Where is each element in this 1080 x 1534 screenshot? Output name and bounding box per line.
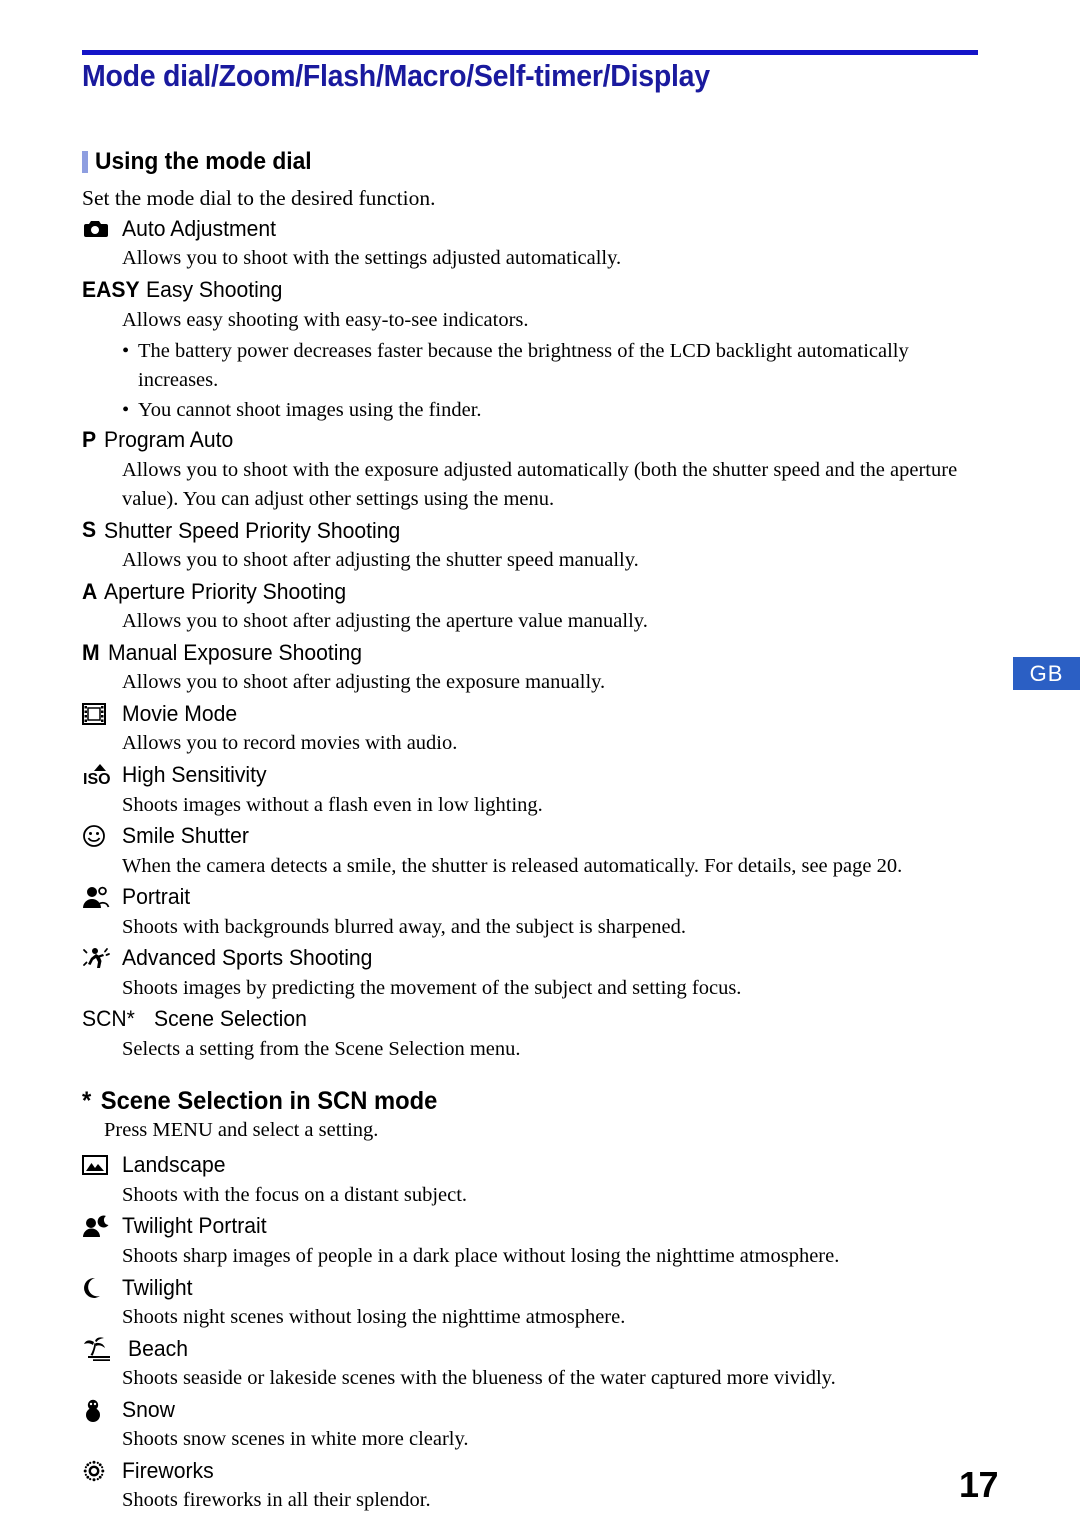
mode-row: Advanced Sports Shooting xyxy=(82,944,982,972)
mode-row: Smile Shutter xyxy=(82,822,982,850)
mode-label: Snow xyxy=(122,1396,175,1422)
mode-label: Easy Shooting xyxy=(146,276,283,302)
easy-text-icon: EASY xyxy=(82,277,146,304)
subsection-heading-scene-selection: * Scene Selection in SCN mode xyxy=(82,1086,937,1116)
twilight-portrait-icon xyxy=(82,1213,122,1240)
mode-row: Portrait xyxy=(82,883,982,911)
easy-glyph: EASY xyxy=(82,276,140,302)
landscape-mountain-icon xyxy=(82,1152,122,1179)
mode-description: Shoots seaside or lakeside scenes with t… xyxy=(122,1367,836,1390)
shutter-glyph: S xyxy=(82,517,97,543)
mode-row: M Manual Exposure Shooting xyxy=(82,638,982,666)
program-glyph: P xyxy=(82,427,97,453)
mode-description: Allows you to shoot after adjusting the … xyxy=(122,610,648,633)
snowman-icon xyxy=(82,1396,122,1423)
mode-description: Shoots with the focus on a distant subje… xyxy=(122,1183,468,1206)
smiley-face-icon xyxy=(82,823,122,850)
subsection-heading-label: Scene Selection in SCN mode xyxy=(100,1087,438,1116)
scn-text-icon: SCN* xyxy=(82,1006,154,1033)
region-tab-gb: GB xyxy=(1013,657,1080,690)
page-content: Using the mode dial Set the mode dial to… xyxy=(82,148,982,1517)
section-heading-label: Using the mode dial xyxy=(95,148,312,175)
mode-label: Program Auto xyxy=(104,427,234,453)
mode-row: Snow xyxy=(82,1395,982,1423)
mode-label: Twilight Portrait xyxy=(122,1213,267,1239)
mode-description: Allows you to shoot after adjusting the … xyxy=(122,549,639,572)
portrait-people-icon xyxy=(82,884,122,911)
mode-description: Shoots with backgrounds blurred away, an… xyxy=(122,915,687,938)
mode-row: Movie Mode xyxy=(82,699,982,727)
mode-description: Allows you to record movies with audio. xyxy=(122,732,458,755)
subsection-star: * xyxy=(82,1087,92,1116)
header-rule xyxy=(82,50,978,55)
iso-high-sensitivity-icon: ISO xyxy=(82,762,122,789)
subsection-intro: Press MENU and select a setting. xyxy=(104,1119,379,1142)
bullet-item: You cannot shoot images using the finder… xyxy=(122,396,982,425)
mode-row: Twilight xyxy=(82,1273,982,1301)
mode-row: Landscape xyxy=(82,1151,982,1179)
page-title: Mode dial/Zoom/Flash/Macro/Self-timer/Di… xyxy=(82,58,710,93)
aperture-glyph: A xyxy=(82,578,98,604)
mode-row: ISO High Sensitivity xyxy=(82,761,982,789)
mode-row: Beach xyxy=(82,1334,982,1362)
mode-label: Manual Exposure Shooting xyxy=(108,639,362,665)
crescent-moon-icon xyxy=(82,1274,122,1301)
camera-icon xyxy=(82,215,122,242)
palm-tree-beach-icon xyxy=(82,1335,128,1362)
mode-label: Aperture Priority Shooting xyxy=(104,578,347,604)
section-heading-using-the-mode-dial: Using the mode dial xyxy=(82,148,982,176)
mode-label: Twilight xyxy=(122,1274,193,1300)
shutter-priority-text-icon: S xyxy=(82,517,104,544)
heading-accent-bar-icon xyxy=(82,150,88,173)
mode-label: Auto Adjustment xyxy=(122,215,277,241)
bullet-item: The battery power decreases faster becau… xyxy=(122,337,982,395)
mode-row: A Aperture Priority Shooting xyxy=(82,577,982,605)
running-person-icon xyxy=(82,945,122,972)
mode-label: Fireworks xyxy=(122,1457,214,1483)
mode-label: Smile Shutter xyxy=(122,823,249,849)
aperture-priority-text-icon: A xyxy=(82,578,104,605)
mode-row: EASY Easy Shooting xyxy=(82,276,982,304)
mode-label: Shutter Speed Priority Shooting xyxy=(104,517,401,543)
mode-description: Allows you to shoot with the exposure ad… xyxy=(122,458,958,511)
mode-description: Shoots images without a flash even in lo… xyxy=(122,793,543,816)
mode-description: Shoots night scenes without losing the n… xyxy=(122,1306,626,1329)
manual-glyph: M xyxy=(82,639,100,665)
fireworks-burst-icon xyxy=(82,1457,122,1484)
film-strip-icon xyxy=(82,700,122,727)
mode-row: Twilight Portrait xyxy=(82,1212,982,1240)
mode-label: Scene Selection xyxy=(154,1006,307,1032)
mode-description: Shoots fireworks in all their splendor. xyxy=(122,1489,431,1512)
section-intro: Set the mode dial to the desired functio… xyxy=(82,185,436,210)
program-auto-text-icon: P xyxy=(82,427,104,454)
mode-description: Shoots snow scenes in white more clearly… xyxy=(122,1428,469,1451)
mode-bullet-list: The battery power decreases faster becau… xyxy=(122,337,982,425)
mode-label: Movie Mode xyxy=(122,700,238,726)
mode-label: High Sensitivity xyxy=(122,762,267,788)
mode-row: P Program Auto xyxy=(82,426,982,454)
mode-description: Allows you to shoot with the settings ad… xyxy=(122,247,622,270)
mode-description: When the camera detects a smile, the shu… xyxy=(122,854,903,877)
mode-description: Allows you to shoot after adjusting the … xyxy=(122,671,606,694)
manual-exposure-text-icon: M xyxy=(82,639,108,666)
mode-label: Portrait xyxy=(122,884,191,910)
mode-row: Fireworks xyxy=(82,1456,982,1484)
mode-label: Landscape xyxy=(122,1152,226,1178)
mode-description: Allows easy shooting with easy-to-see in… xyxy=(122,308,529,331)
mode-row: Auto Adjustment xyxy=(82,214,982,242)
mode-label: Advanced Sports Shooting xyxy=(122,945,373,971)
mode-row: SCN* Scene Selection xyxy=(82,1005,982,1033)
manual-page: Mode dial/Zoom/Flash/Macro/Self-timer/Di… xyxy=(0,0,1080,1534)
mode-description: Shoots images by predicting the movement… xyxy=(122,976,742,999)
mode-label: Beach xyxy=(128,1335,188,1361)
mode-description: Shoots sharp images of people in a dark … xyxy=(122,1244,840,1267)
page-number: 17 xyxy=(958,1464,999,1505)
mode-row: S Shutter Speed Priority Shooting xyxy=(82,516,982,544)
mode-description: Selects a setting from the Scene Selecti… xyxy=(122,1038,521,1061)
scn-glyph: SCN* xyxy=(82,1006,135,1032)
svg-text:ISO: ISO xyxy=(83,771,111,787)
